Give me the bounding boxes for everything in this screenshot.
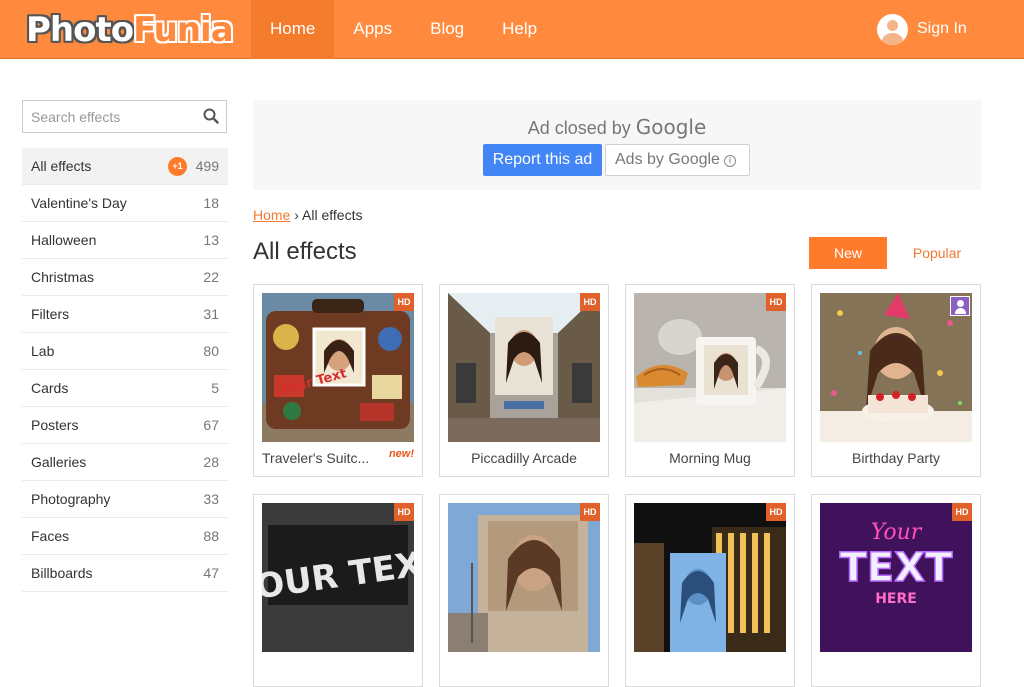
category-halloween[interactable]: Halloween 13: [22, 222, 228, 259]
category-count: 499: [195, 158, 219, 174]
page-title: All effects: [253, 238, 357, 265]
sort-new-button[interactable]: New: [809, 237, 887, 269]
user-photo-icon: [950, 296, 970, 316]
effect-thumbnail: HD: [448, 293, 600, 442]
category-count: 33: [203, 491, 219, 507]
neon-text-here: HERE: [875, 591, 917, 607]
effect-thumbnail: HD: [448, 503, 600, 652]
category-label: Halloween: [31, 232, 97, 248]
search-box: [22, 100, 227, 133]
category-label: Photography: [31, 491, 111, 507]
logo-text-photo: Photo: [26, 10, 134, 50]
effect-card-your-text-sign[interactable]: "YOUR TEXT" HD: [253, 494, 423, 687]
main-nav: Home Apps Blog Help: [251, 0, 556, 59]
category-photography[interactable]: Photography 33: [22, 481, 228, 518]
neon-text-main: TEXT: [840, 545, 953, 591]
effect-thumbnail: Tour Text HD: [262, 293, 414, 442]
hd-badge: HD: [580, 293, 600, 311]
category-label: Filters: [31, 306, 70, 322]
effect-thumbnail: Your TEXT HERE HD: [820, 503, 972, 652]
category-filters[interactable]: Filters 31: [22, 296, 228, 333]
category-label: Billboards: [31, 565, 93, 581]
nav-help[interactable]: Help: [483, 0, 556, 59]
user-avatar-icon: [877, 13, 908, 45]
category-faces[interactable]: Faces 88: [22, 518, 228, 555]
effect-card-building-mural[interactable]: HD: [439, 494, 609, 687]
category-all-effects[interactable]: All effects +1 499: [22, 148, 228, 185]
effect-title: Piccadilly Arcade: [471, 450, 577, 466]
category-count: 47: [203, 565, 219, 581]
category-label: Lab: [31, 343, 55, 359]
category-label: All effects: [31, 158, 92, 174]
effect-card-night-billboard[interactable]: HD: [625, 494, 795, 687]
hd-badge: HD: [952, 503, 972, 521]
effect-card-birthday-party[interactable]: Birthday Party: [811, 284, 981, 477]
category-label: Posters: [31, 417, 79, 433]
photofunia-logo[interactable]: PhotoFunia: [26, 10, 234, 50]
top-header: PhotoFunia Home Apps Blog Help Sign In: [0, 0, 1024, 59]
category-count: 18: [203, 195, 219, 211]
category-billboards[interactable]: Billboards 47: [22, 555, 228, 592]
effect-title: Morning Mug: [669, 450, 751, 466]
new-tag: new!: [388, 448, 414, 460]
breadcrumb-current: All effects: [302, 207, 363, 223]
category-count: 31: [203, 306, 219, 322]
category-label: Christmas: [31, 269, 95, 285]
ads-by-google-label: Ads by Google: [615, 151, 720, 168]
effect-thumbnail: "YOUR TEXT" HD: [262, 503, 414, 652]
effect-title: Birthday Party: [852, 450, 940, 466]
nav-blog[interactable]: Blog: [411, 0, 483, 59]
breadcrumb-home-link[interactable]: Home: [253, 207, 290, 223]
effect-card-piccadilly-arcade[interactable]: HD Piccadilly Arcade: [439, 284, 609, 477]
category-count: 5: [211, 380, 219, 396]
sign-in-label: Sign In: [917, 20, 967, 37]
category-label: Faces: [31, 528, 70, 544]
search-icon[interactable]: [203, 108, 219, 124]
category-label: Valentine's Day: [31, 195, 127, 211]
sort-popular-button[interactable]: Popular: [898, 237, 976, 269]
effect-card-morning-mug[interactable]: HD Morning Mug: [625, 284, 795, 477]
category-count: 13: [203, 232, 219, 248]
category-cards[interactable]: Cards 5: [22, 370, 228, 407]
ad-closed-prefix: Ad closed by: [527, 118, 631, 138]
search-input[interactable]: [23, 101, 193, 132]
effect-card-retro-neon-text[interactable]: Your TEXT HERE HD: [811, 494, 981, 687]
category-label: Galleries: [31, 454, 87, 470]
ad-slot: Ad closed by Google Report this ad Ads b…: [253, 100, 981, 190]
nav-home[interactable]: Home: [251, 0, 335, 59]
effect-thumbnail: [820, 293, 972, 442]
ad-closed-message: Ad closed by Google: [253, 115, 981, 139]
report-ad-button[interactable]: Report this ad: [483, 144, 602, 176]
breadcrumb-separator: ›: [294, 207, 299, 223]
hd-badge: HD: [394, 503, 414, 521]
category-list: All effects +1 499 Valentine's Day 18 Ha…: [22, 148, 228, 592]
category-lab[interactable]: Lab 80: [22, 333, 228, 370]
category-count: 67: [203, 417, 219, 433]
effect-thumbnail: HD: [634, 293, 786, 442]
logo-text-funia: Funia: [133, 10, 234, 50]
ads-by-google-button[interactable]: Ads by Google i: [605, 144, 750, 176]
category-count: 88: [203, 528, 219, 544]
hd-badge: HD: [580, 503, 600, 521]
category-count: 80: [203, 343, 219, 359]
info-icon: i: [723, 155, 736, 167]
google-wordmark: Google: [635, 115, 707, 139]
hd-badge: HD: [394, 293, 414, 311]
hd-badge: HD: [766, 293, 786, 311]
effect-thumbnail: HD: [634, 503, 786, 652]
hd-badge: HD: [766, 503, 786, 521]
sign-in-button[interactable]: Sign In: [877, 13, 967, 45]
category-count: 28: [203, 454, 219, 470]
breadcrumb: Home › All effects: [253, 207, 362, 223]
new-count-badge: +1: [168, 157, 187, 176]
nav-apps[interactable]: Apps: [334, 0, 411, 59]
category-label: Cards: [31, 380, 69, 396]
effect-card-travelers-suitcase[interactable]: Tour Text HD Traveler's Suitc... new!: [253, 284, 423, 477]
category-christmas[interactable]: Christmas 22: [22, 259, 228, 296]
category-count: 22: [203, 269, 219, 285]
category-galleries[interactable]: Galleries 28: [22, 444, 228, 481]
neon-text-your: Your: [871, 520, 923, 545]
category-valentines-day[interactable]: Valentine's Day 18: [22, 185, 228, 222]
category-posters[interactable]: Posters 67: [22, 407, 228, 444]
